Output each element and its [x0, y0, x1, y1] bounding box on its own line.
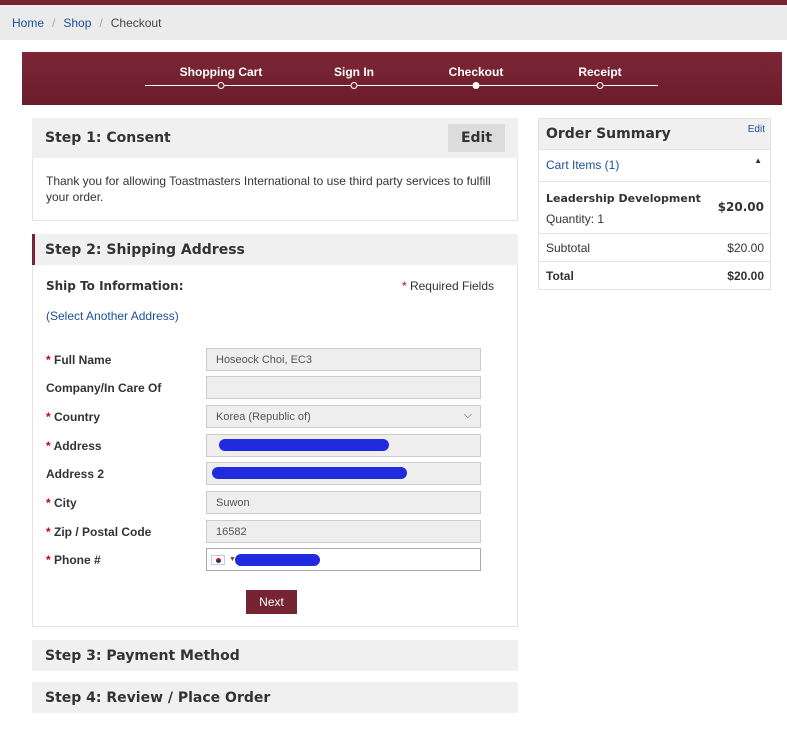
consent-message: Thank you for allowing Toastmasters Inte…: [32, 158, 518, 221]
consent-header: Step 1: Consent Edit: [32, 118, 518, 158]
progress-dot-shopping-cart: [217, 82, 225, 89]
shipping-form: Ship To Information: * Required Fields (…: [32, 265, 518, 627]
review-title: Step 4: Review / Place Order: [45, 689, 271, 706]
subtotal-row: Subtotal $20.00: [539, 233, 770, 261]
breadcrumb-separator: /: [99, 15, 103, 30]
cart-items-toggle[interactable]: Cart Items (1) ▲: [539, 149, 770, 181]
item-price: $20.00: [717, 200, 764, 214]
country-value: Korea (Republic of): [216, 410, 311, 423]
progress-dot-checkout: [472, 82, 480, 89]
progress-dot-sign-in: [350, 82, 358, 89]
country-label: * Country: [46, 410, 101, 424]
country-select[interactable]: Korea (Republic of) ⌵: [206, 405, 481, 428]
payment-panel[interactable]: Step 3: Payment Method: [32, 640, 518, 671]
address-label: * Address: [46, 439, 102, 453]
total-value: $20.00: [727, 269, 764, 283]
consent-panel: Step 1: Consent Edit Thank you for allow…: [32, 118, 518, 221]
address-input[interactable]: [206, 434, 481, 457]
redaction-scribble: [219, 439, 389, 451]
zip-label: * Zip / Postal Code: [46, 525, 152, 539]
breadcrumb: Home / Shop / Checkout: [0, 5, 787, 40]
city-label: * City: [46, 496, 77, 510]
item-name: Leadership Development: [546, 192, 701, 205]
review-header[interactable]: Step 4: Review / Place Order: [32, 682, 518, 713]
cart-line-item: Leadership Development Quantity: 1 $20.0…: [539, 181, 770, 233]
shipping-title: Step 2: Shipping Address: [45, 241, 245, 258]
address2-label: Address 2: [46, 467, 105, 481]
select-another-address-link[interactable]: (Select Another Address): [46, 309, 179, 323]
total-row: Total $20.00: [539, 261, 770, 289]
full-name-label: * Full Name: [46, 353, 112, 367]
phone-label: * Phone #: [46, 553, 101, 567]
payment-header[interactable]: Step 3: Payment Method: [32, 640, 518, 671]
required-fields-note: * Required Fields: [401, 279, 494, 293]
order-summary-header: Order Summary Edit: [539, 119, 770, 149]
company-label: Company/In Care Of: [46, 381, 162, 395]
breadcrumb-home[interactable]: Home: [12, 16, 44, 30]
company-input[interactable]: [206, 376, 481, 399]
shipping-header: Step 2: Shipping Address: [32, 234, 518, 265]
shipping-panel: Step 2: Shipping Address Ship To Informa…: [32, 234, 518, 627]
redaction-scribble: [212, 467, 407, 479]
breadcrumb-separator: /: [52, 15, 56, 30]
ship-to-label: Ship To Information:: [46, 279, 184, 293]
progress-dot-receipt: [596, 82, 604, 89]
progress-step-receipt: Receipt: [578, 65, 622, 79]
progress-step-checkout: Checkout: [448, 65, 504, 79]
payment-title: Step 3: Payment Method: [45, 647, 240, 664]
breadcrumb-shop[interactable]: Shop: [63, 16, 91, 30]
zip-input[interactable]: 16582: [206, 520, 481, 543]
review-panel[interactable]: Step 4: Review / Place Order: [32, 682, 518, 713]
consent-title: Step 1: Consent: [45, 130, 171, 146]
order-summary-title: Order Summary: [546, 126, 671, 142]
progress-step-sign-in: Sign In: [334, 65, 374, 79]
item-quantity: Quantity: 1: [546, 212, 605, 226]
order-summary-edit-link[interactable]: Edit: [748, 124, 765, 135]
breadcrumb-current: Checkout: [110, 15, 162, 30]
next-button[interactable]: Next: [246, 590, 297, 614]
subtotal-label: Subtotal: [546, 241, 591, 255]
phone-input[interactable]: ▼: [206, 548, 481, 571]
checkout-progress-bar: Shopping Cart Sign In Checkout Receipt: [22, 52, 782, 105]
caret-up-icon[interactable]: ▲: [754, 156, 762, 165]
full-name-input[interactable]: Hoseock Choi, EC3: [206, 348, 481, 371]
order-summary: Order Summary Edit Cart Items (1) ▲ Lead…: [538, 118, 771, 290]
redaction-scribble: [235, 554, 320, 566]
chevron-down-icon: ⌵: [463, 409, 472, 421]
cart-items-label[interactable]: Cart Items (1): [546, 158, 619, 172]
address2-input[interactable]: [206, 462, 481, 485]
progress-step-shopping-cart: Shopping Cart: [179, 65, 263, 79]
korea-flag-icon[interactable]: [211, 554, 225, 565]
city-input[interactable]: Suwon: [206, 491, 481, 514]
total-label: Total: [546, 269, 574, 283]
subtotal-value: $20.00: [727, 241, 764, 255]
consent-edit-button[interactable]: Edit: [448, 124, 505, 152]
